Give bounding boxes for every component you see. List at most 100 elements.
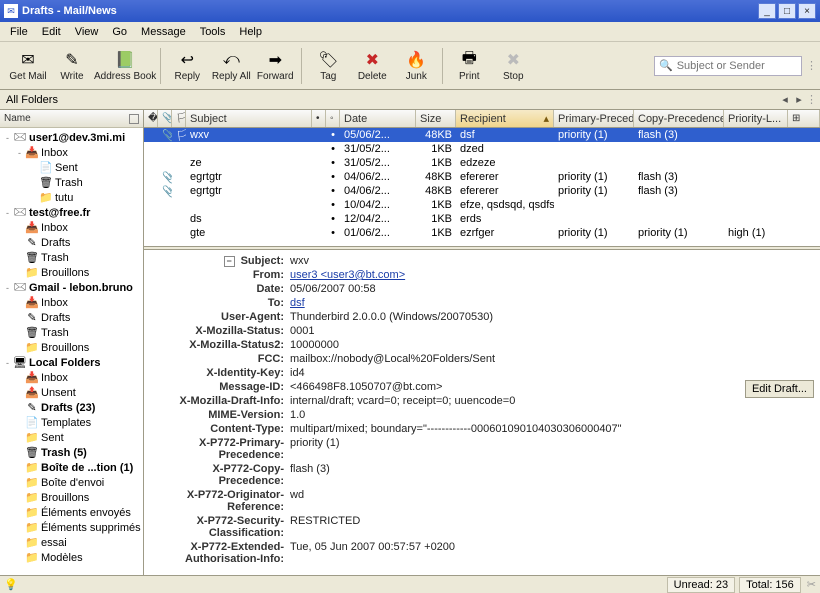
message-list[interactable]: 📎🏳wxv•05/06/2...48KBdsfpriority (1)flash…: [144, 128, 820, 246]
menu-message[interactable]: Message: [135, 24, 192, 40]
collapse-headers-icon[interactable]: −: [224, 256, 235, 267]
nav-back-icon[interactable]: ◂: [778, 93, 792, 106]
message-row[interactable]: 📎🏳wxv•05/06/2...48KBdsfpriority (1)flash…: [144, 128, 820, 142]
folder-node[interactable]: 📁Brouillons: [0, 490, 143, 505]
col-subject[interactable]: Subject: [186, 110, 312, 127]
message-row[interactable]: •10/04/2...1KBefze, qsdsqd, qsdfsdf: [144, 198, 820, 212]
col-date[interactable]: Date: [340, 110, 416, 127]
menu-edit[interactable]: Edit: [36, 24, 67, 40]
folder-node[interactable]: 🗑Trash: [0, 325, 143, 340]
col-recipient[interactable]: Recipient ▴: [456, 110, 554, 127]
folder-node[interactable]: 📁Sent: [0, 430, 143, 445]
folder-icon: 🗑: [39, 176, 53, 189]
twisty-icon[interactable]: -: [14, 148, 25, 158]
menu-tools[interactable]: Tools: [194, 24, 232, 40]
folder-icon: 📁: [25, 431, 39, 444]
folder-node[interactable]: 📄Templates: [0, 415, 143, 430]
folder-node[interactable]: -🖂user1@dev.3mi.mi: [0, 130, 143, 145]
minimize-button[interactable]: _: [758, 3, 776, 19]
folder-node[interactable]: -🖂test@free.fr: [0, 205, 143, 220]
column-picker-icon[interactable]: [129, 114, 139, 124]
message-row[interactable]: gte•01/06/2...1KBezrfgerpriority (1)prio…: [144, 226, 820, 240]
twisty-icon[interactable]: -: [2, 283, 13, 293]
header-row: X-Mozilla-Status:0001: [150, 324, 814, 338]
junk-icon: 🔥: [405, 49, 427, 71]
folder-node[interactable]: -📥Inbox: [0, 145, 143, 160]
folder-node[interactable]: 📁Boîte de ...tion (1): [0, 460, 143, 475]
folder-node[interactable]: 📁Modèles: [0, 550, 143, 565]
delete-button[interactable]: ✖Delete: [350, 44, 394, 88]
replyall-button[interactable]: ⤺Reply All: [209, 44, 253, 88]
offline-icon[interactable]: ✂: [807, 578, 816, 591]
folder-node[interactable]: 📤Unsent: [0, 385, 143, 400]
folder-node[interactable]: 📁Boîte d'envoi: [0, 475, 143, 490]
col-primary-precedence[interactable]: Primary-Preced...: [554, 110, 634, 127]
header-link[interactable]: dsf: [290, 297, 305, 309]
folder-icon: 📥: [25, 221, 39, 234]
folder-node[interactable]: 📁Éléments supprimés: [0, 520, 143, 535]
col-copy-precedence[interactable]: Copy-Precedence: [634, 110, 724, 127]
nav-fwd-icon[interactable]: ▸: [792, 93, 806, 106]
twisty-icon[interactable]: -: [2, 133, 13, 143]
menu-view[interactable]: View: [69, 24, 105, 40]
menu-go[interactable]: Go: [106, 24, 133, 40]
folder-node[interactable]: 📥Inbox: [0, 295, 143, 310]
folder-node[interactable]: 📁Éléments envoyés: [0, 505, 143, 520]
reply-icon: ↩: [176, 49, 198, 71]
message-row[interactable]: ze•31/05/2...1KBedzeze: [144, 156, 820, 170]
folder-node[interactable]: -🖥Local Folders: [0, 355, 143, 370]
col-size[interactable]: Size: [416, 110, 456, 127]
col-priority-level[interactable]: Priority-L...: [724, 110, 788, 127]
header-row: X-P772-Primary-Precedence:priority (1): [150, 436, 814, 462]
junk-button[interactable]: 🔥Junk: [394, 44, 438, 88]
col-attachment[interactable]: 📎: [158, 110, 172, 127]
reply-button[interactable]: ↩Reply: [165, 44, 209, 88]
folder-node[interactable]: 📥Inbox: [0, 220, 143, 235]
message-row[interactable]: 📎egrtgtr•04/06/2...48KBeferererpriority …: [144, 184, 820, 198]
app-icon: ✉: [4, 4, 18, 18]
search-input[interactable]: [677, 60, 787, 72]
col-junk[interactable]: •: [312, 110, 326, 127]
maximize-button[interactable]: □: [778, 3, 796, 19]
folder-node[interactable]: 🗑Trash: [0, 250, 143, 265]
menu-help[interactable]: Help: [233, 24, 268, 40]
tag-button[interactable]: 🏷Tag: [306, 44, 350, 88]
search-box[interactable]: 🔍: [654, 56, 802, 76]
lightbulb-icon[interactable]: 💡: [4, 578, 18, 591]
col-picker[interactable]: ⊞: [788, 110, 820, 127]
replyall-icon: ⤺: [220, 49, 242, 71]
folder-pane-header[interactable]: Name: [0, 110, 143, 128]
folder-node[interactable]: -🖂Gmail - lebon.bruno: [0, 280, 143, 295]
message-row[interactable]: ds•12/04/2...1KBerds: [144, 212, 820, 226]
folder-tree[interactable]: -🖂user1@dev.3mi.mi-📥Inbox📄Sent🗑Trash📁tut…: [0, 128, 143, 575]
get-mail-button[interactable]: ✉Get Mail: [6, 44, 50, 88]
folder-icon: 📁: [25, 341, 39, 354]
write-button[interactable]: ✎Write: [50, 44, 94, 88]
header-link[interactable]: user3 <user3@bt.com>: [290, 269, 405, 281]
folder-node[interactable]: 🗑Trash: [0, 175, 143, 190]
folder-filter-label[interactable]: All Folders: [6, 94, 778, 106]
stop-button[interactable]: ✖Stop: [491, 44, 535, 88]
folder-node[interactable]: ✎Drafts: [0, 235, 143, 250]
folder-node[interactable]: 📥Inbox: [0, 370, 143, 385]
edit-draft-button[interactable]: Edit Draft...: [745, 380, 814, 398]
addressbook-button[interactable]: 📗Address Book: [94, 44, 156, 88]
message-row[interactable]: •31/05/2...1KBdzed: [144, 142, 820, 156]
col-read[interactable]: ◦: [326, 110, 340, 127]
folder-node[interactable]: 📁Brouillons: [0, 340, 143, 355]
folder-node[interactable]: 🗑Trash (5): [0, 445, 143, 460]
header-row: X-P772-Security-Classification:RESTRICTE…: [150, 514, 814, 540]
message-row[interactable]: 📎egrtgtr•04/06/2...48KBeferererpriority …: [144, 170, 820, 184]
forward-button[interactable]: ➡Forward: [253, 44, 297, 88]
twisty-icon[interactable]: -: [2, 358, 13, 368]
col-flag[interactable]: 🏳: [172, 110, 186, 127]
folder-node[interactable]: 📁essai: [0, 535, 143, 550]
folder-node[interactable]: 📄Sent: [0, 160, 143, 175]
menu-file[interactable]: File: [4, 24, 34, 40]
folder-node[interactable]: ✎Drafts: [0, 310, 143, 325]
twisty-icon[interactable]: -: [2, 208, 13, 218]
close-button[interactable]: ×: [798, 3, 816, 19]
col-thread[interactable]: �яд: [144, 110, 158, 127]
folder-node[interactable]: ✎Drafts (23): [0, 400, 143, 415]
print-button[interactable]: 🖶Print: [447, 44, 491, 88]
